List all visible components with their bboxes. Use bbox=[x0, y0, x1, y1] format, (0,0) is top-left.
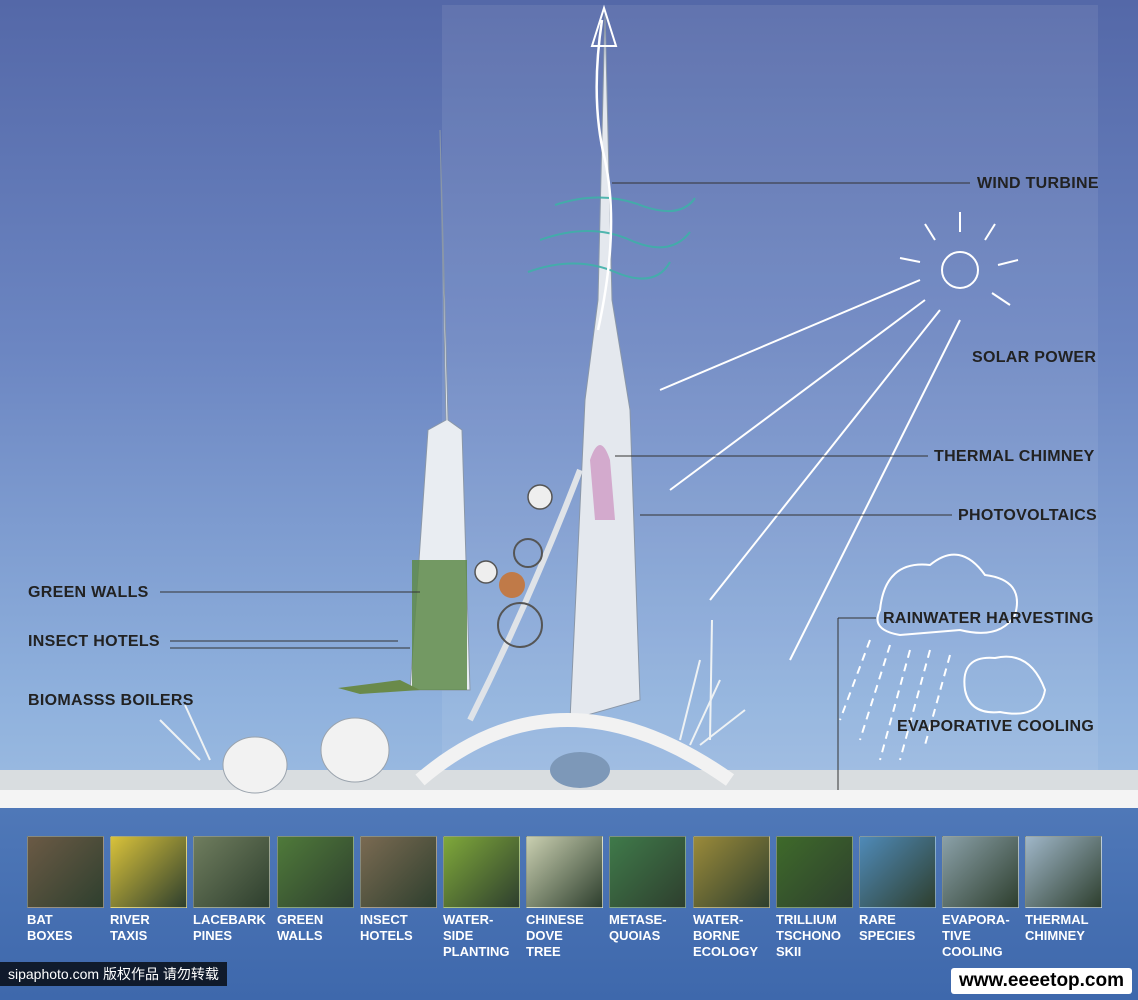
legend-thumbnail bbox=[193, 836, 270, 908]
label-rainwater-harvesting: RAINWATER HARVESTING bbox=[883, 610, 1094, 627]
legend-caption: TRILLIUM TSCHONO SKII bbox=[776, 912, 841, 959]
legend-caption: METASE- QUOIAS bbox=[609, 912, 667, 943]
label-wind-turbine: WIND TURBINE bbox=[977, 175, 1099, 192]
watermark-left: sipaphoto.com 版权作品 请勿转载 bbox=[0, 962, 227, 986]
glass-dome bbox=[550, 752, 610, 788]
legend-caption: EVAPORA- TIVE COOLING bbox=[942, 912, 1010, 959]
legend-thumbnail bbox=[526, 836, 603, 908]
legend-thumbnail bbox=[859, 836, 936, 908]
legend-caption: WATER- BORNE ECOLOGY bbox=[693, 912, 759, 959]
dome-center bbox=[320, 717, 390, 783]
label-green-walls: GREEN WALLS bbox=[28, 584, 149, 601]
legend-thumbnail bbox=[693, 836, 770, 908]
legend-thumbnail bbox=[277, 836, 354, 908]
legend-caption: BAT BOXES bbox=[27, 912, 73, 943]
legend-caption: THERMAL CHIMNEY bbox=[1025, 912, 1089, 943]
legend-thumbnail bbox=[27, 836, 104, 908]
label-evaporative-cooling: EVAPORATIVE COOLING bbox=[897, 718, 1095, 735]
legend-caption: WATER- SIDE PLANTING bbox=[443, 912, 510, 959]
label-solar-power: SOLAR POWER bbox=[972, 349, 1097, 366]
legend-caption: GREEN WALLS bbox=[277, 912, 324, 943]
turbine-wheel-top bbox=[527, 484, 553, 510]
legend-thumbnail bbox=[609, 836, 686, 908]
label-biomass-boilers: BIOMASSS BOILERS bbox=[28, 692, 194, 709]
legend-thumbnail bbox=[360, 836, 437, 908]
overlay-panel bbox=[442, 5, 1098, 795]
label-photovoltaics: PHOTOVOLTAICS bbox=[958, 507, 1098, 524]
legend-caption: INSECT HOTELS bbox=[360, 912, 413, 943]
legend-thumbnail bbox=[110, 836, 187, 908]
label-insect-hotels: INSECT HOTELS bbox=[28, 633, 160, 650]
turbine-wheel-side bbox=[474, 560, 498, 584]
dome-left bbox=[222, 736, 288, 794]
legend-caption: LACEBARK PINES bbox=[193, 912, 266, 943]
legend-caption: CHINESE DOVE TREE bbox=[526, 912, 584, 959]
legend-thumbnail bbox=[776, 836, 853, 908]
waterfront-promenade bbox=[0, 790, 1138, 808]
tower-illustration bbox=[0, 4, 1138, 808]
legend-caption: RARE SPECIES bbox=[859, 912, 916, 943]
green-wall-facade bbox=[412, 560, 467, 690]
legend-thumbnail bbox=[942, 836, 1019, 908]
biomass-sphere bbox=[499, 572, 525, 598]
legend-caption: RIVER TAXIS bbox=[110, 912, 150, 943]
diagram-stage: WIND TURBINE SOLAR POWER THERMAL CHIMNEY… bbox=[0, 0, 1138, 1000]
legend-thumbnail bbox=[1025, 836, 1102, 908]
watermark-right: www.eeeetop.com bbox=[950, 968, 1132, 994]
label-thermal-chimney: THERMAL CHIMNEY bbox=[934, 448, 1095, 465]
legend-thumbnail bbox=[443, 836, 520, 908]
platform-garden bbox=[338, 680, 420, 694]
